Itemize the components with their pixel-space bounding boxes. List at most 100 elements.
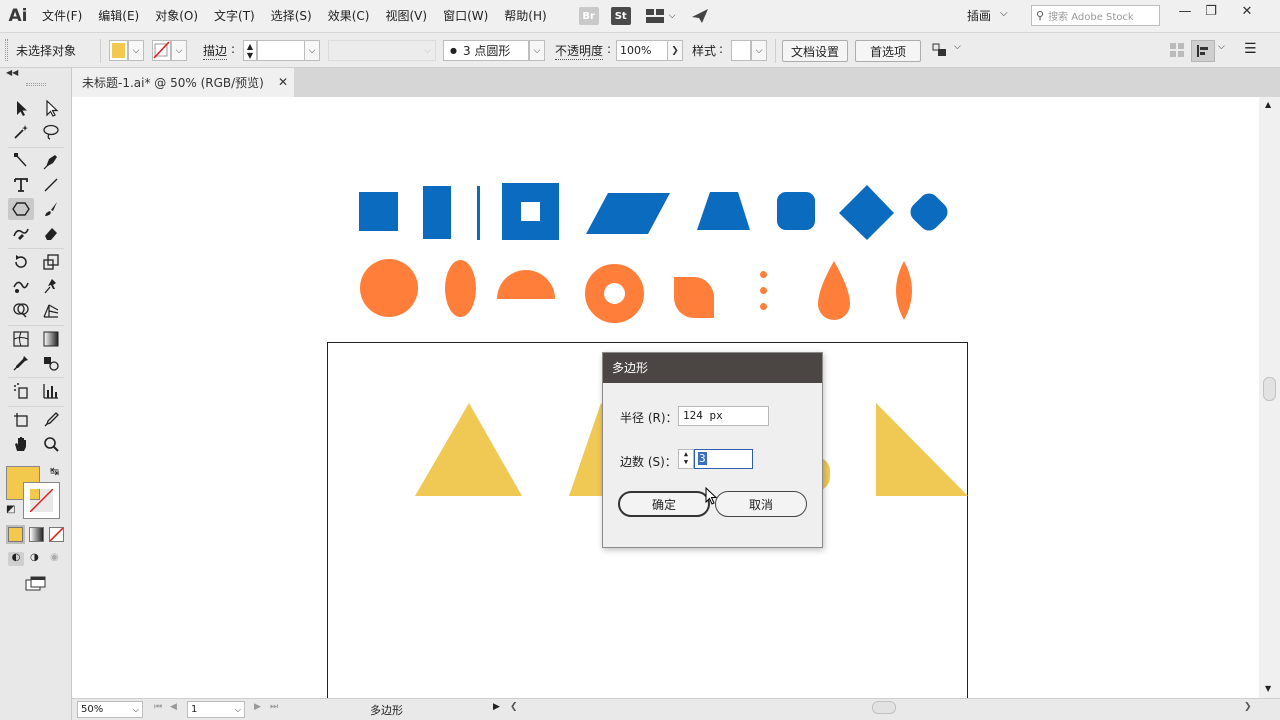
blue-square-shape[interactable] (359, 192, 398, 231)
radius-input[interactable]: 124 px (678, 406, 769, 426)
polygon-tool-icon[interactable] (8, 198, 34, 220)
document-tab[interactable]: 未标题-1.ai* @ 50% (RGB/预览) ✕ (72, 68, 294, 97)
hand-tool-icon[interactable] (9, 433, 33, 455)
menu-file[interactable]: 文件(F) (34, 0, 90, 32)
draw-normal-icon[interactable]: ◐ (8, 552, 24, 566)
stock-button[interactable]: St (610, 7, 631, 25)
cancel-button[interactable]: 取消 (715, 491, 807, 517)
status-menu-arrow-icon[interactable]: ▶ (493, 702, 500, 712)
panel-menu-icon[interactable]: ☰ (1244, 41, 1257, 57)
align-panel-icon[interactable] (1170, 43, 1184, 60)
document-setup-button[interactable]: 文档设置 (782, 40, 848, 62)
preferences-button[interactable]: 首选项 (855, 40, 921, 62)
slice-tool-icon[interactable] (39, 409, 63, 431)
screen-mode-icon[interactable] (25, 576, 47, 595)
puppet-warp-tool-icon[interactable] (39, 275, 63, 297)
direct-selection-tool-icon[interactable] (39, 97, 63, 119)
vertical-scroll-thumb[interactable] (1263, 377, 1276, 401)
eraser-tool-icon[interactable] (39, 222, 63, 244)
default-fill-stroke-icon[interactable]: ◩ (6, 504, 15, 515)
menu-select[interactable]: 选择(S) (263, 0, 320, 32)
orange-dot-shape[interactable] (760, 271, 767, 278)
blue-rounded-diamond-shape[interactable] (906, 189, 952, 235)
mesh-tool-icon[interactable] (9, 328, 33, 350)
blue-line-shape[interactable] (477, 186, 480, 240)
fill-swatch[interactable] (109, 40, 128, 61)
perspective-grid-tool-icon[interactable] (39, 299, 63, 321)
scroll-left-icon[interactable]: ❮ (510, 702, 518, 712)
orange-ellipse-shape[interactable] (445, 260, 476, 317)
blue-parallelogram-shape[interactable] (586, 193, 672, 235)
stroke-weight-dropdown[interactable]: ⌵ (304, 40, 320, 61)
blue-rounded-square-shape[interactable] (777, 192, 815, 230)
stroke-weight-stepper[interactable]: ▲ ▼ (243, 40, 257, 61)
blue-frame-shape[interactable] (502, 183, 559, 240)
none-mode-icon[interactable] (49, 527, 64, 542)
blue-diamond-shape[interactable] (839, 185, 895, 241)
fill-dropdown[interactable]: ⌵ (128, 40, 144, 61)
shaper-tool-icon[interactable] (9, 222, 33, 244)
yellow-right-triangle-shape[interactable] (876, 403, 969, 497)
menu-effect[interactable]: 效果(C) (320, 0, 378, 32)
pen-tool-icon[interactable] (39, 150, 63, 172)
draw-behind-icon[interactable]: ◑ (30, 552, 39, 563)
menu-type[interactable]: 文字(T) (206, 0, 263, 32)
stroke-dropdown[interactable]: ⌵ (171, 40, 187, 61)
chevron-down-icon[interactable]: ⌵ (954, 42, 961, 52)
selection-tool-icon[interactable] (9, 97, 33, 119)
brush-dropdown[interactable]: ⌵ (529, 40, 545, 61)
swap-fill-stroke-icon[interactable]: ↹ (50, 465, 59, 478)
shape-builder-tool-icon[interactable] (9, 299, 33, 321)
menu-help[interactable]: 帮助(H) (496, 0, 554, 32)
chevron-down-icon[interactable]: ⌵ (669, 11, 676, 21)
gradient-mode-icon[interactable] (29, 527, 44, 542)
column-graph-tool-icon[interactable] (39, 380, 63, 402)
close-window-button[interactable]: ✕ (1232, 0, 1262, 22)
zoom-tool-icon[interactable] (39, 433, 63, 455)
sides-stepper[interactable]: ▲ ▼ (678, 449, 694, 469)
stroke-color-swatch[interactable] (23, 482, 60, 519)
scroll-right-icon[interactable]: ❯ (1244, 702, 1252, 712)
line-segment-tool-icon[interactable] (39, 174, 63, 196)
maximize-button[interactable]: ❐ (1196, 0, 1226, 22)
blend-tool-icon[interactable] (39, 352, 63, 374)
draw-inside-icon[interactable]: ◉ (50, 552, 59, 563)
type-tool-icon[interactable] (9, 174, 33, 196)
previous-artboard-icon[interactable]: ◀ (170, 702, 177, 712)
panel-grip[interactable] (5, 39, 8, 61)
orange-dot-shape[interactable] (760, 303, 767, 310)
magic-wand-tool-icon[interactable] (9, 121, 33, 143)
close-icon[interactable]: ✕ (278, 75, 288, 89)
menu-view[interactable]: 视图(V) (377, 0, 435, 32)
symbol-sprayer-tool-icon[interactable] (9, 380, 33, 402)
stroke-label[interactable]: 描边 (203, 42, 228, 60)
scroll-up-icon[interactable]: ▲ (1265, 100, 1271, 109)
stock-search-input[interactable]: ⚲ 搜索 Adobe Stock (1031, 5, 1160, 26)
warp-tool-icon[interactable] (9, 275, 33, 297)
arrange-documents-icon[interactable] (645, 7, 665, 25)
orange-ring-shape[interactable] (585, 264, 644, 323)
blue-rectangle-shape[interactable] (423, 186, 451, 239)
gpu-rocket-icon[interactable] (690, 7, 710, 25)
opacity-input[interactable]: 100% (616, 40, 668, 61)
chevron-down-icon[interactable]: ⌵ (1218, 42, 1225, 52)
style-swatch[interactable] (731, 40, 751, 61)
yellow-triangle-shape[interactable] (415, 403, 523, 497)
first-artboard-icon[interactable]: ⏮ (154, 702, 162, 712)
sides-input[interactable]: 3 (694, 449, 753, 469)
chevron-down-icon[interactable]: ⌵ (1000, 8, 1008, 19)
orange-leaf-shape[interactable] (674, 277, 714, 318)
blue-trapezoid-shape[interactable] (697, 192, 751, 231)
eyedropper-tool-icon[interactable] (9, 352, 33, 374)
next-artboard-icon[interactable]: ▶ (254, 702, 261, 712)
menu-window[interactable]: 窗口(W) (435, 0, 496, 32)
transform-panel-icon[interactable] (1191, 40, 1215, 62)
orange-semicircle-shape[interactable] (497, 270, 555, 299)
collapse-panel-icon[interactable]: ◀◀ (6, 68, 18, 77)
ok-button[interactable]: 确定 (618, 491, 710, 517)
stroke-weight-input[interactable] (257, 40, 305, 61)
gradient-tool-icon[interactable] (39, 328, 63, 350)
artboard-tool-icon[interactable] (9, 409, 33, 431)
stroke-swatch[interactable] (152, 40, 171, 61)
opacity-arrow[interactable]: ❯ (667, 40, 683, 61)
